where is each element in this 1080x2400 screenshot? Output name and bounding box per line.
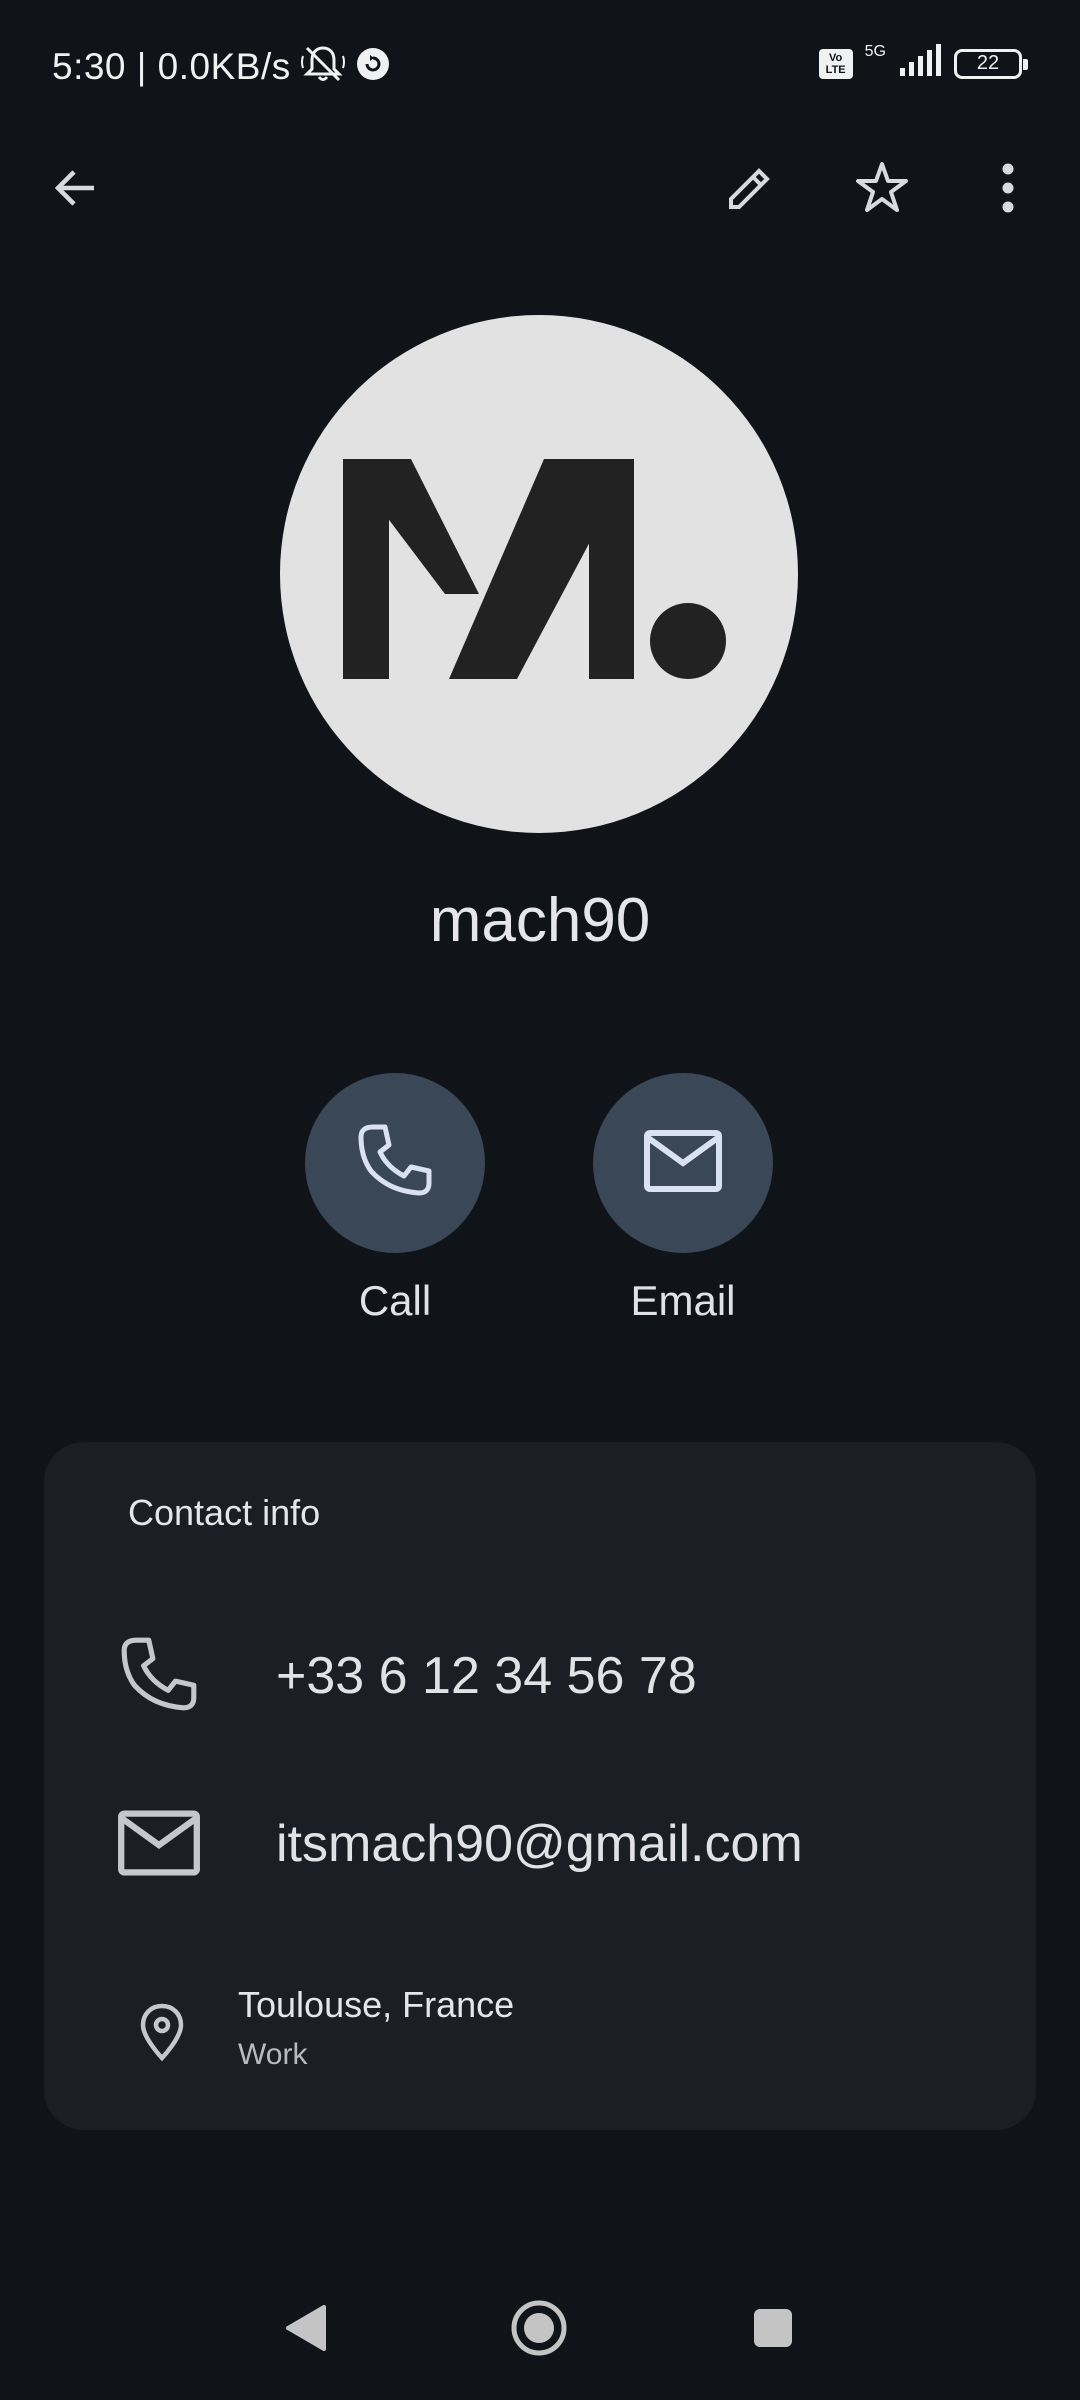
contact-name: mach90 — [429, 886, 651, 955]
back-arrow-icon — [52, 164, 100, 217]
status-left: 5:30 | 0.0KB/s — [52, 44, 391, 89]
email-button[interactable] — [593, 1073, 773, 1253]
contact-info-title: Contact info — [128, 1492, 321, 1533]
favorite-button[interactable] — [842, 150, 922, 230]
mail-icon — [114, 1798, 204, 1888]
email-row[interactable]: itsmach90@gmail.com — [44, 1798, 1036, 1888]
location-pin-icon — [132, 1998, 192, 2066]
battery-icon: 22 — [954, 48, 1028, 79]
battery-level: 22 — [976, 52, 1000, 74]
network-type-label: 5G — [864, 42, 886, 60]
back-button[interactable] — [36, 150, 116, 230]
top-app-bar — [0, 150, 1080, 230]
status-bar: 5:30 | 0.0KB/s Vo LTE 5G 22 — [0, 0, 1080, 130]
phone-icon — [353, 1119, 437, 1208]
bell-off-icon — [300, 44, 345, 89]
nav-home-icon — [509, 2298, 569, 2363]
address-row[interactable]: Toulouse, France Work — [44, 1982, 1036, 2082]
nav-recents-icon — [751, 2306, 795, 2355]
contact-info-card: Contact info +33 6 12 34 56 78 itsmach90… — [44, 1442, 1036, 2130]
call-action[interactable]: Call — [305, 1073, 485, 1325]
phone-row[interactable]: +33 6 12 34 56 78 — [44, 1630, 1036, 1720]
contact-avatar — [280, 315, 798, 833]
status-right: Vo LTE 5G 22 — [818, 42, 1028, 83]
signal-icon — [898, 44, 942, 83]
email-action[interactable]: Email — [593, 1073, 773, 1325]
nav-back-icon — [284, 2303, 328, 2358]
nav-back-button[interactable] — [266, 2290, 346, 2370]
edit-pencil-icon — [723, 161, 777, 220]
email-label: Email — [630, 1277, 736, 1324]
avatar-logo — [343, 459, 726, 679]
star-outline-icon — [854, 160, 910, 221]
mail-icon — [643, 1129, 723, 1198]
navigation-bar — [0, 2290, 1080, 2380]
nav-recents-button[interactable] — [733, 2290, 813, 2370]
volte-icon: Vo LTE — [818, 48, 853, 79]
contact-detail-screen: 5:30 | 0.0KB/s Vo LTE 5G 22 mach90 Call … — [0, 0, 1080, 2400]
email-address[interactable]: itsmach90@gmail.com — [276, 1814, 803, 1874]
edit-contact-button[interactable] — [710, 150, 790, 230]
phone-number[interactable]: +33 6 12 34 56 78 — [276, 1646, 697, 1706]
nav-home-button[interactable] — [499, 2290, 579, 2370]
more-vert-icon — [998, 162, 1018, 219]
status-time: 5:30 | 0.0KB/s — [52, 45, 291, 87]
call-label: Call — [358, 1277, 432, 1324]
sync-icon — [355, 46, 391, 87]
address-type: Work — [238, 2038, 308, 2071]
phone-icon — [114, 1630, 204, 1720]
more-options-button[interactable] — [968, 150, 1048, 230]
address-text[interactable]: Toulouse, France — [238, 1984, 514, 2026]
call-button[interactable] — [305, 1073, 485, 1253]
